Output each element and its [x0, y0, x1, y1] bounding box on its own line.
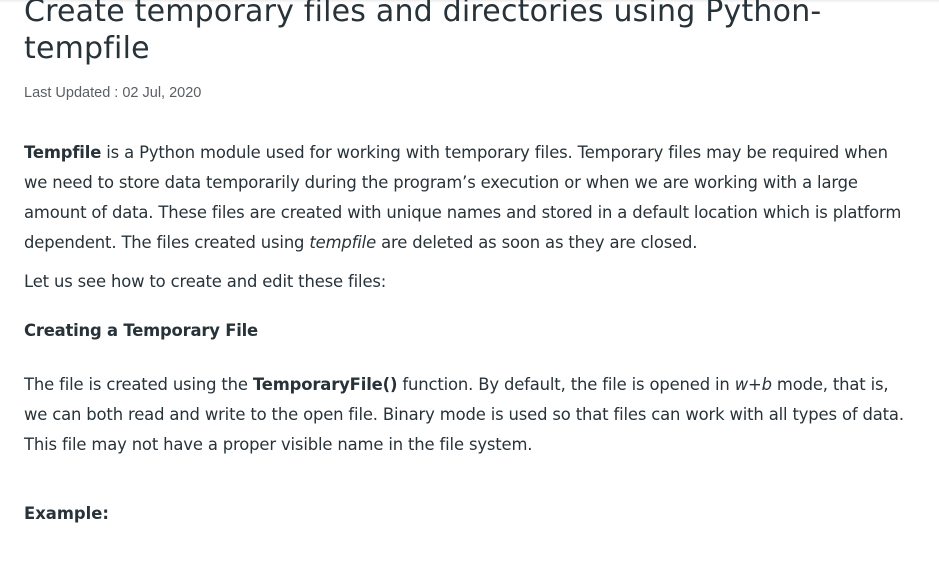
- intro-italic-term: tempfile: [309, 233, 377, 252]
- article-content: Create temporary files and directories u…: [24, 0, 914, 523]
- section-paragraph: The file is created using the TemporaryF…: [24, 370, 914, 460]
- example-label: Example:: [24, 504, 109, 523]
- intro-bold-term: Tempfile: [24, 143, 102, 162]
- section-bold-term: TemporaryFile(): [252, 375, 398, 394]
- section-text-part2: function. By default, the file is opened…: [397, 375, 735, 394]
- section-text-part1: The file is created using the: [24, 375, 253, 394]
- section-italic-term: w+b: [734, 375, 772, 394]
- article-title: Create temporary files and directories u…: [24, 0, 822, 66]
- section-heading: Creating a Temporary File: [24, 321, 258, 340]
- last-updated-date: Last Updated : 02 Jul, 2020: [24, 85, 202, 101]
- lead-in-paragraph: Let us see how to create and edit these …: [24, 272, 387, 291]
- intro-paragraph: Tempfile is a Python module used for wor…: [24, 138, 914, 258]
- intro-text-part2: are deleted as soon as they are closed.: [376, 233, 698, 252]
